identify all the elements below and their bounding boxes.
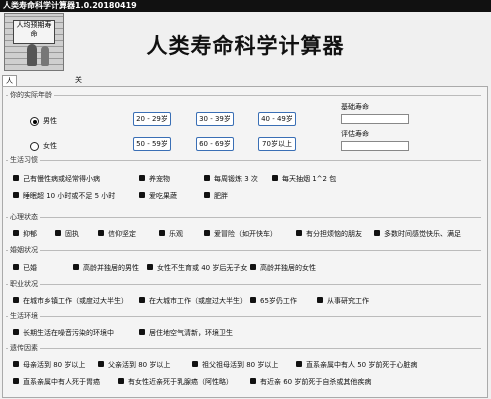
checkbox[interactable] <box>98 361 104 367</box>
heredity-legend: 遗传因素 <box>8 343 40 353</box>
eval-life-field[interactable] <box>341 141 409 151</box>
age-group: 你的实际年龄 男性 女性 20 - 29岁 30 - 39岁 40 - 49岁 … <box>6 90 481 156</box>
checkbox[interactable] <box>13 329 19 335</box>
checkbox[interactable] <box>13 175 19 181</box>
checkbox[interactable] <box>55 230 61 236</box>
option-label: 肥胖 <box>214 192 228 200</box>
age-20-29-button[interactable]: 20 - 29岁 <box>133 112 171 126</box>
male-label: 男性 <box>43 117 57 125</box>
option-label: 已婚 <box>23 264 37 272</box>
eval-life-label: 评估寿命 <box>341 130 369 138</box>
option-label: 在大城市工作（或度过大半生） <box>149 297 247 305</box>
checkbox[interactable] <box>13 264 19 270</box>
option-label: 居住地空气清新，环境卫生 <box>149 329 233 337</box>
option-label: 乐观 <box>169 230 183 238</box>
option-label: 抑郁 <box>23 230 37 238</box>
checkbox[interactable] <box>204 230 210 236</box>
option-label: 睡眠超 10 小时或不足 5 小时 <box>23 192 116 200</box>
mental-group: 心理状态 抑郁 固执 信仰坚定 乐观 爱冒险（如开快车） 有分担烦恼的朋友 多数… <box>6 212 481 244</box>
option-label: 信仰坚定 <box>108 230 136 238</box>
checkbox[interactable] <box>272 175 278 181</box>
option-label: 高龄并独居的女性 <box>260 264 316 272</box>
marriage-legend: 婚姻状况 <box>8 245 40 255</box>
option-label: 爱吃果蔬 <box>149 192 177 200</box>
option-label: 从事研究工作 <box>327 297 369 305</box>
checkbox[interactable] <box>139 329 145 335</box>
checkbox[interactable] <box>13 230 19 236</box>
option-label: 养宠物 <box>149 175 170 183</box>
checkbox[interactable] <box>159 230 165 236</box>
checkbox[interactable] <box>13 378 19 384</box>
base-life-field[interactable] <box>341 114 409 124</box>
page-title: 人类寿命科学计算器 <box>146 34 345 58</box>
checkbox[interactable] <box>192 361 198 367</box>
option-label: 每周锻炼 3 次 <box>214 175 258 183</box>
age-30-39-button[interactable]: 30 - 39岁 <box>196 112 234 126</box>
environment-legend: 生活环境 <box>8 311 40 321</box>
option-label: 己有慢性病或经常得小病 <box>23 175 100 183</box>
option-label: 母亲活到 80 岁以上 <box>23 361 86 369</box>
occupation-group: 职业状况 在城市乡镇工作（或度过大半生） 在大城市工作（或度过大半生） 65岁仍… <box>6 279 481 309</box>
checkbox[interactable] <box>296 230 302 236</box>
checkbox[interactable] <box>13 192 19 198</box>
checkbox[interactable] <box>118 378 124 384</box>
checkbox[interactable] <box>139 175 145 181</box>
checkbox[interactable] <box>317 297 323 303</box>
female-radio[interactable] <box>30 142 39 151</box>
checkbox[interactable] <box>296 361 302 367</box>
mental-legend: 心理状态 <box>8 212 40 222</box>
checkbox[interactable] <box>73 264 79 270</box>
heredity-group: 遗传因素 母亲活到 80 岁以上 父亲活到 80 岁以上 祖父祖母活到 80 岁… <box>6 343 481 395</box>
marriage-group: 婚姻状况 已婚 高龄并独居的男性 女性不生育或 40 岁后无子女 高龄并独居的女… <box>6 245 481 277</box>
option-label: 高龄并独居的男性 <box>83 264 139 272</box>
option-label: 直系亲属中有人死于胃癌 <box>23 378 100 386</box>
checkbox[interactable] <box>13 297 19 303</box>
option-label: 65岁仍工作 <box>260 297 297 305</box>
age-40-49-button[interactable]: 40 - 49岁 <box>258 112 296 126</box>
option-label: 长期生活在噪音污染的环境中 <box>23 329 114 337</box>
checkbox[interactable] <box>147 264 153 270</box>
option-label: 有分担烦恼的朋友 <box>306 230 362 238</box>
main-panel: 你的实际年龄 男性 女性 20 - 29岁 30 - 39岁 40 - 49岁 … <box>2 86 488 398</box>
age-70-plus-button[interactable]: 70岁以上 <box>258 137 296 151</box>
option-label: 直系亲属中有人 50 岁前死于心脏病 <box>306 361 418 369</box>
checkbox[interactable] <box>98 230 104 236</box>
lifestyle-group: 生活习惯 己有慢性病或经常得小病 养宠物 每周锻炼 3 次 每天抽烟 1^2 包… <box>6 155 481 211</box>
option-label: 女性不生育或 40 岁后无子女 <box>157 264 248 272</box>
option-label: 每天抽烟 1^2 包 <box>282 175 337 183</box>
checkbox[interactable] <box>204 175 210 181</box>
occupation-legend: 职业状况 <box>8 279 40 289</box>
male-radio[interactable] <box>30 117 39 126</box>
option-label: 多数时间感觉快乐、满足 <box>384 230 461 238</box>
lifestyle-legend: 生活习惯 <box>8 155 40 165</box>
age-legend: 你的实际年龄 <box>8 90 54 100</box>
option-label: 固执 <box>65 230 79 238</box>
option-label: 父亲活到 80 岁以上 <box>108 361 171 369</box>
environment-group: 生活环境 长期生活在噪音污染的环境中 居住地空气清新，环境卫生 <box>6 311 481 341</box>
checkbox[interactable] <box>250 264 256 270</box>
checkbox[interactable] <box>250 297 256 303</box>
checkbox[interactable] <box>139 297 145 303</box>
title-bar: 人类寿命科学计算器1.0.20180419 <box>0 0 491 12</box>
option-label: 有女性近亲死于乳腺癌（阿性略） <box>128 378 233 386</box>
checkbox[interactable] <box>204 192 210 198</box>
checkbox[interactable] <box>13 361 19 367</box>
checkbox[interactable] <box>139 192 145 198</box>
female-label: 女性 <box>43 142 57 150</box>
base-life-label: 基础寿命 <box>341 103 369 111</box>
checkbox[interactable] <box>374 230 380 236</box>
window-title: 人类寿命科学计算器1.0.20180419 <box>3 1 137 10</box>
tab-about[interactable]: 关于 <box>72 75 85 95</box>
age-50-59-button[interactable]: 50 - 59岁 <box>133 137 171 151</box>
option-label: 在城市乡镇工作（或度过大半生） <box>23 297 128 305</box>
option-label: 有近亲 60 岁前死于自杀或其他疾病 <box>260 378 372 386</box>
option-label: 祖父祖母活到 80 岁以上 <box>202 361 279 369</box>
age-60-69-button[interactable]: 60 - 69岁 <box>196 137 234 151</box>
checkbox[interactable] <box>250 378 256 384</box>
option-label: 爱冒险（如开快车） <box>214 230 277 238</box>
